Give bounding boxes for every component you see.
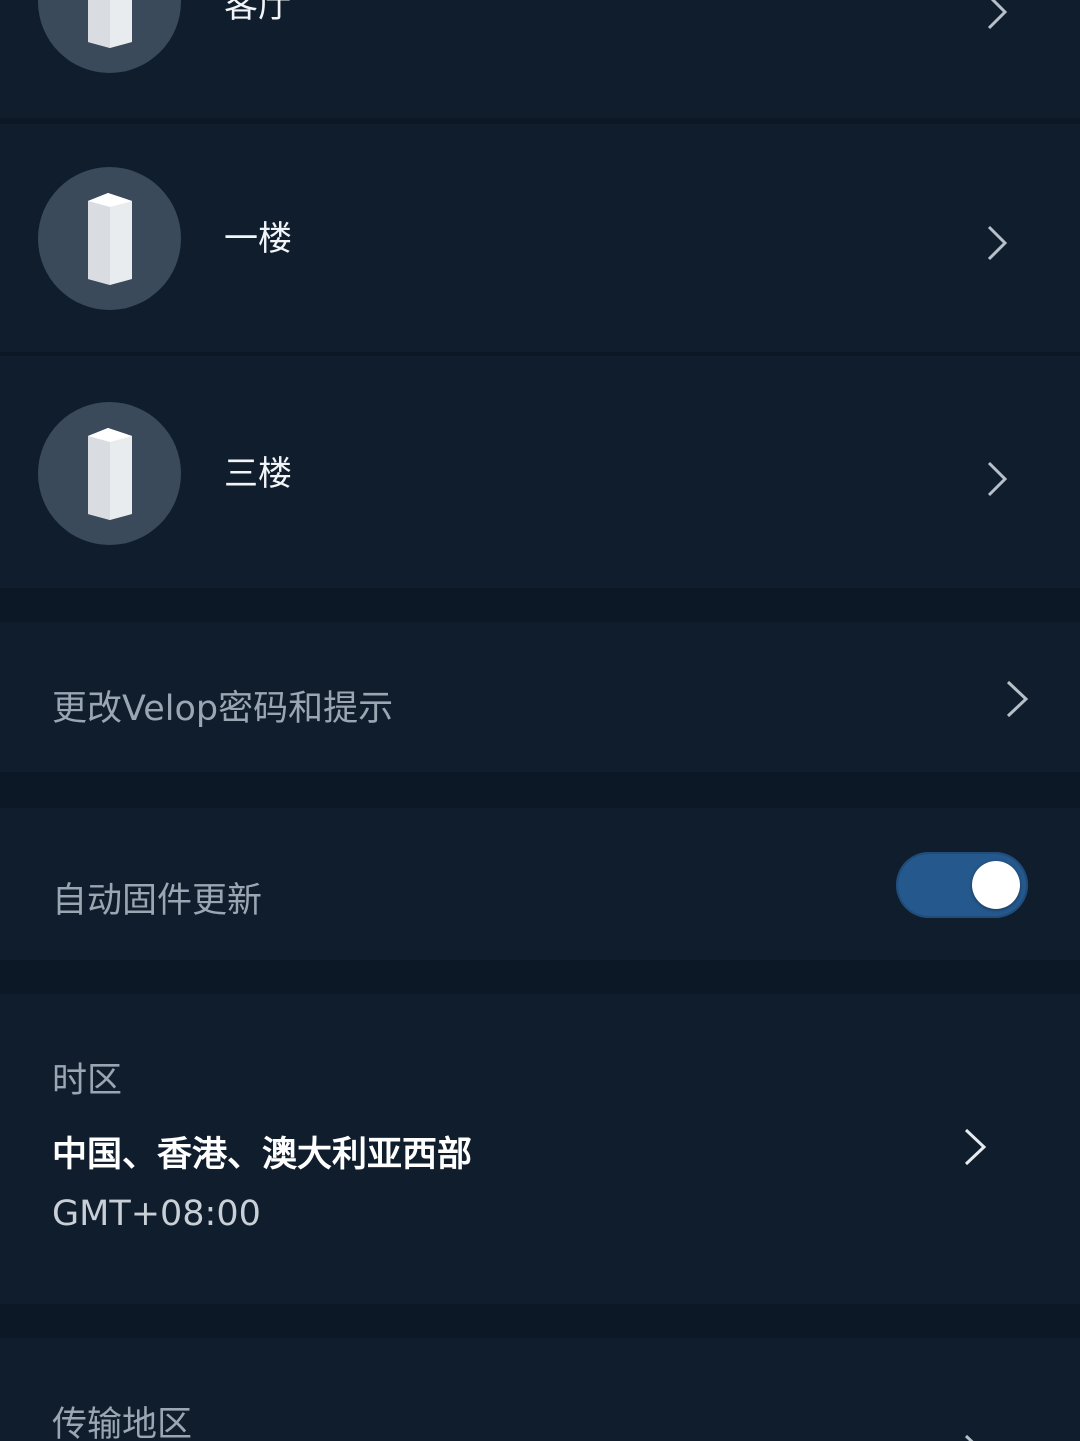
transfer-region-row[interactable]: 传输地区 (0, 1338, 1080, 1441)
node-row-living-room[interactable]: 客厅 (0, 0, 1080, 118)
node-row-first-floor[interactable]: 一楼 (0, 124, 1080, 352)
velop-node-icon (88, 428, 132, 520)
velop-node-icon (88, 193, 132, 285)
chevron-right-icon[interactable] (962, 1434, 988, 1441)
chevron-right-icon[interactable] (962, 1128, 988, 1166)
node-name: 三楼 (224, 454, 292, 494)
change-password-row[interactable]: 更改Velop密码和提示 (0, 622, 1080, 772)
transfer-region-label: 传输地区 (52, 1405, 193, 1441)
node-avatar (38, 167, 181, 310)
chevron-right-icon[interactable] (1004, 680, 1030, 718)
node-row-third-floor[interactable]: 三楼 (0, 356, 1080, 588)
node-avatar (38, 402, 181, 545)
auto-update-label: 自动固件更新 (52, 881, 263, 921)
chevron-right-icon[interactable] (985, 0, 1009, 30)
node-avatar (38, 0, 181, 73)
node-name: 客厅 (224, 0, 292, 26)
settings-screen: 客厅 一楼 三楼 更改Velop密码和提示 自动固件更新 时区 中国、香港、澳大… (0, 0, 1080, 1441)
chevron-right-icon[interactable] (985, 461, 1009, 497)
timezone-title: 时区 (52, 1061, 123, 1101)
timezone-offset: GMT+08:00 (52, 1194, 261, 1234)
timezone-value: 中国、香港、澳大利亚西部 (52, 1135, 473, 1175)
node-name: 一楼 (224, 219, 292, 259)
auto-update-toggle[interactable] (896, 852, 1028, 918)
velop-node-icon (88, 0, 132, 48)
change-password-label: 更改Velop密码和提示 (52, 689, 394, 729)
chevron-right-icon[interactable] (985, 225, 1009, 261)
toggle-knob (972, 861, 1020, 909)
auto-update-row: 自动固件更新 (0, 808, 1080, 960)
timezone-section[interactable]: 时区 中国、香港、澳大利亚西部 GMT+08:00 (0, 994, 1080, 1304)
